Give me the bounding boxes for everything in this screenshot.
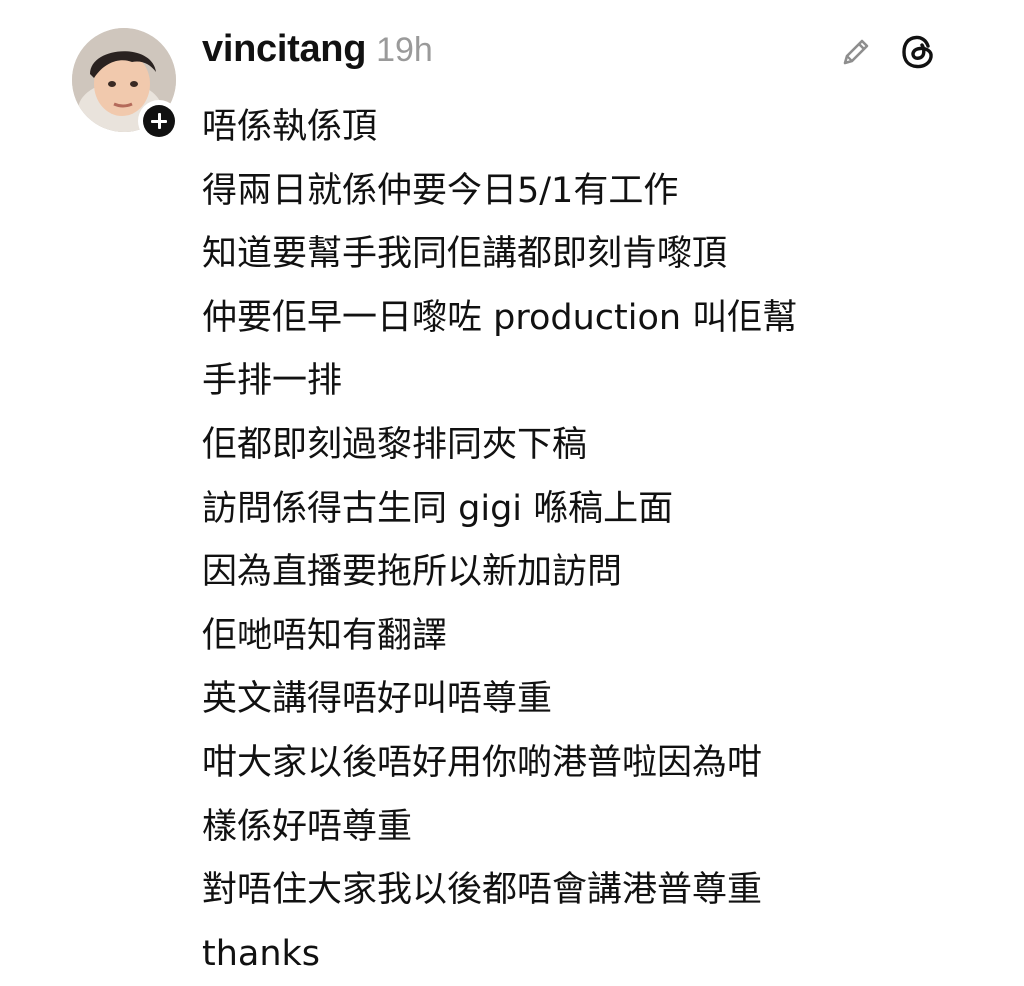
post-header: vincitang 19h [202,28,433,80]
post-line: 因為直播要拖所以新加訪問 [202,552,623,593]
plus-icon [143,105,175,137]
username[interactable]: vincitang [202,28,366,71]
post-line: 咁大家以後唔好用你啲港普啦因為咁 [202,742,763,783]
post-line: 手排一排 [202,361,343,402]
post-line: 得兩日就係仲要今日5/1有工作 [202,170,679,211]
pencil-icon[interactable] [836,32,876,72]
avatar-container[interactable] [72,28,180,142]
post-line: 英文講得唔好叫唔尊重 [202,679,553,720]
threads-post: vincitang 19h 唔係執係頂 得兩日就係仲要今日5/1有工作 知道要幫… [0,0,1024,974]
follow-button[interactable] [138,100,180,142]
post-line: 訪問係得古生同 gigi 喺稿上面 [202,488,674,529]
timestamp: 19h [376,31,433,69]
post-line: 唔係執係頂 [202,107,378,147]
post-body: 唔係執係頂 得兩日就係仲要今日5/1有工作 知道要幫手我同佢講都即刻肯嚟頂 仲要… [202,96,962,986]
post-line: 仲要佢早一日嚟咗 production 叫佢幫 [202,297,798,338]
post-line: 知道要幫手我同佢講都即刻肯嚟頂 [202,234,728,275]
post-line: 佢哋唔知有翻譯 [202,615,448,656]
post-actions [836,32,938,72]
post-line: 對唔住大家我以後都唔會講港普尊重 [202,870,763,911]
post-line: thanks [202,933,321,974]
threads-icon[interactable] [898,32,938,72]
post-line: 樣係好唔尊重 [202,806,413,847]
post-line: 佢都即刻過黎排同夾下稿 [202,424,588,465]
